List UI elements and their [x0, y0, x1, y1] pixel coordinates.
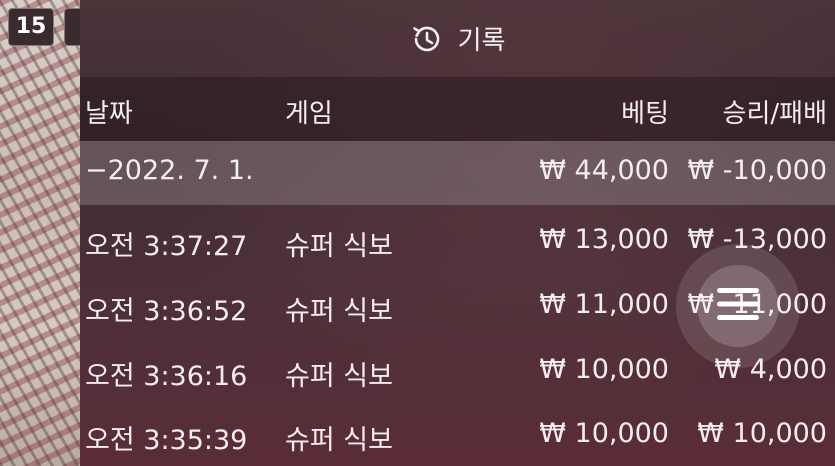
date-group-label: −2022. 7. 1. — [85, 155, 254, 186]
row-game: 슈퍼 식보 — [285, 425, 393, 456]
row-time: 오전 3:37:27 — [85, 231, 248, 262]
table-header: 날짜 게임 베팅 승리/패배 — [80, 77, 835, 141]
row-game: 슈퍼 식보 — [285, 231, 393, 262]
menu-icon — [714, 284, 762, 328]
column-header-game: 게임 — [285, 99, 333, 129]
row-bet: ₩ 10,000 — [539, 354, 669, 385]
column-header-result: 승리/패배 — [722, 99, 827, 129]
history-panel: 기록 날짜 게임 베팅 승리/패배 −2022. 7. 1. ₩ 44,000 … — [80, 0, 835, 466]
column-header-bet: 베팅 — [621, 99, 669, 129]
row-time: 오전 3:36:52 — [85, 296, 248, 327]
round-badge: 15 — [8, 8, 54, 46]
date-group-bet-total: ₩ 44,000 — [539, 155, 669, 186]
panel-title: 기록 — [457, 26, 506, 56]
date-group-row[interactable]: −2022. 7. 1. ₩ 44,000 ₩ -10,000 — [80, 141, 835, 205]
row-bet: ₩ 10,000 — [539, 418, 669, 449]
history-icon — [410, 22, 444, 56]
screen: 15 기록 날짜 게임 베팅 승리/패배 −2022. 7. 1. ₩ 44,0… — [0, 0, 835, 466]
table-row[interactable]: 오전 3:35:39 슈퍼 식보 ₩ 10,000 ₩ 10,000 — [80, 404, 835, 466]
row-time: 오전 3:36:16 — [85, 361, 248, 392]
date-group-result-total: ₩ -10,000 — [687, 155, 828, 186]
row-time: 오전 3:35:39 — [85, 425, 248, 456]
column-header-date: 날짜 — [85, 99, 133, 129]
game-preview-strip[interactable]: 15 — [0, 0, 81, 466]
row-bet: ₩ 13,000 — [539, 224, 669, 255]
row-result: ₩ 10,000 — [697, 418, 827, 449]
row-game: 슈퍼 식보 — [285, 361, 393, 392]
panel-header: 기록 — [80, 0, 835, 77]
menu-button[interactable] — [697, 265, 779, 347]
round-badge-secondary — [64, 8, 81, 46]
row-game: 슈퍼 식보 — [285, 296, 393, 327]
row-bet: ₩ 11,000 — [539, 289, 669, 320]
